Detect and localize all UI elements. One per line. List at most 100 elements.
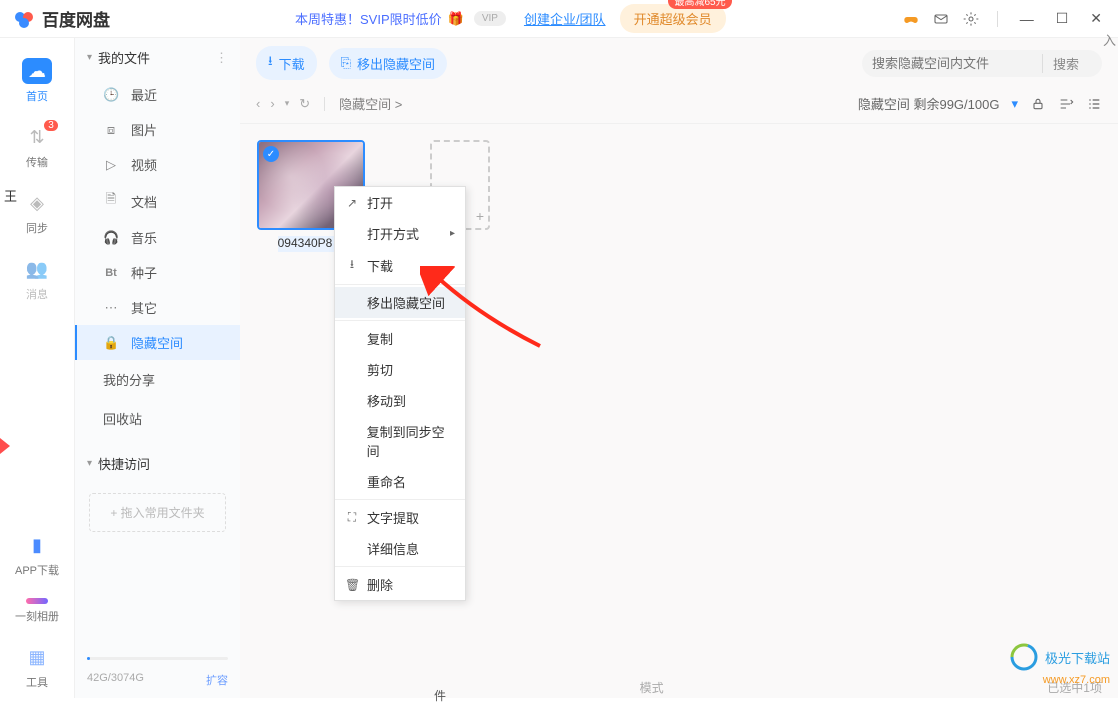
nav-tools[interactable]: ▦ 工具 <box>0 636 74 698</box>
actionbar: ⭳下载 ⎘移出隐藏空间 搜索 <box>240 38 1118 88</box>
sidebar-item-recent[interactable]: 🕒最近 <box>75 77 240 112</box>
titlebar-right: — ☐ ✕ <box>903 10 1106 27</box>
create-team-link[interactable]: 创建企业/团队 <box>524 9 606 28</box>
pathbar-right: 隐藏空间 剩余99G/100G ▾ <box>858 94 1102 113</box>
nav-transfer[interactable]: ⇅ 3 传输 <box>0 116 74 178</box>
sort-icon[interactable] <box>1058 96 1074 112</box>
ctx-ocr[interactable]: ⛶文字提取 <box>335 502 465 533</box>
watermark-text: 极光下载站 <box>1045 648 1110 667</box>
nav-label: 一刻相册 <box>15 608 59 624</box>
search-button[interactable]: 搜索 <box>1042 54 1079 73</box>
clock-icon: 🕒 <box>103 87 119 103</box>
sidebar-header-myfiles[interactable]: ▾ 我的文件 ⋮ <box>75 38 240 77</box>
vip-pill[interactable]: VIP <box>474 11 506 26</box>
storage-progress <box>87 657 228 660</box>
sidebar-item-torrent[interactable]: Bt种子 <box>75 255 240 290</box>
dropdown-button[interactable]: ▾ <box>285 98 290 109</box>
minimize-button[interactable]: — <box>1016 11 1038 27</box>
sidebar-item-music[interactable]: 🎧音乐 <box>75 220 240 255</box>
ctx-openwith[interactable]: 打开方式▸ <box>335 218 465 249</box>
sidebar-header-quick[interactable]: ▾ 快捷访问 <box>75 444 240 483</box>
expand-link[interactable]: 扩容 <box>206 672 228 688</box>
ctx-copy[interactable]: 复制 <box>335 323 465 354</box>
list-view-icon[interactable] <box>1086 96 1102 112</box>
storage-bar[interactable] <box>75 657 240 672</box>
close-button[interactable]: ✕ <box>1086 10 1106 27</box>
settings-icon[interactable] <box>963 11 979 27</box>
nav-home[interactable]: ☁ 首页 <box>0 50 74 112</box>
sidebar-item-videos[interactable]: ▷ 视频 <box>75 147 240 182</box>
quick-drop-zone[interactable]: + 拖入常用文件夹 <box>89 493 226 532</box>
search-input[interactable] <box>872 56 1042 71</box>
nav-badge: 3 <box>44 120 58 131</box>
watermark: 极光下载站 www.xz7.com <box>1009 642 1110 672</box>
ctx-detail[interactable]: 详细信息 <box>335 533 465 564</box>
sidebar-item-hidden[interactable]: 🔒隐藏空间 <box>75 325 240 360</box>
shell: ☁ 首页 ⇅ 3 传输 ◈ 同步 👥 消息 ▮ APP下载 一刻相册 ▦ 工具 <box>0 38 1118 698</box>
scan-icon: ⛶ <box>345 510 359 525</box>
chevron-down-icon: ▾ <box>87 458 92 469</box>
sidebar-item-docs[interactable]: 🗎文档 <box>75 182 240 220</box>
promo-text[interactable]: 本周特惠！SVIP限时低价 <box>295 9 442 28</box>
mail-icon[interactable] <box>933 11 949 27</box>
download-icon: ⭳ <box>268 52 273 74</box>
play-icon: ▷ <box>103 157 119 173</box>
bt-icon: Bt <box>103 267 119 279</box>
storage-text: 42G/3074G <box>87 672 144 688</box>
ctx-delete[interactable]: 🗑删除 <box>335 569 465 600</box>
ctx-moveout[interactable]: 移出隐藏空间 <box>335 287 465 318</box>
watermark-url: www.xz7.com <box>1043 674 1110 686</box>
app-logo[interactable]: 百度网盘 <box>12 6 110 31</box>
divider <box>335 499 465 500</box>
promo-area: 本周特惠！SVIP限时低价 🎁 <box>295 9 464 28</box>
maximize-button[interactable]: ☐ <box>1052 10 1073 27</box>
ctx-open[interactable]: ↗打开 <box>335 187 465 218</box>
sidebar-item-share[interactable]: 我的分享 <box>75 360 240 399</box>
nav-album[interactable]: 一刻相册 <box>0 590 74 632</box>
sidebar-item-other[interactable]: ⋯其它 <box>75 290 240 325</box>
ctx-cut[interactable]: 剪切 <box>335 354 465 385</box>
caret-icon[interactable]: ▾ <box>1011 96 1018 112</box>
status-bar: 模式 已选中1项 <box>240 676 1118 698</box>
cloud-logo-icon <box>12 7 36 31</box>
more-icon[interactable]: ⋮ <box>215 50 228 66</box>
watermark-logo-icon <box>1009 642 1039 672</box>
sidebar-header-label: 快捷访问 <box>98 454 150 473</box>
download-icon: ⭳ <box>345 255 359 276</box>
ctx-label: 下载 <box>367 256 393 275</box>
moveout-button[interactable]: ⎘移出隐藏空间 <box>329 48 447 79</box>
download-button[interactable]: ⭳下载 <box>256 46 317 80</box>
lock-icon[interactable] <box>1030 96 1046 112</box>
divider <box>335 284 465 285</box>
gamepad-icon[interactable] <box>903 11 919 27</box>
nav-label: 首页 <box>26 88 48 104</box>
sidebar-item-label: 音乐 <box>131 228 157 247</box>
ctx-download[interactable]: ⭳ 下载 <box>335 249 465 282</box>
moveout-icon: ⎘ <box>341 55 351 71</box>
sidebar-item-label: 图片 <box>131 120 157 139</box>
sidebar-header-label: 我的文件 <box>98 48 150 67</box>
refresh-button[interactable]: ↻ <box>299 96 310 112</box>
ctx-label: 复制 <box>367 329 393 348</box>
ctx-rename[interactable]: 重命名 <box>335 466 465 497</box>
nav-label: APP下载 <box>15 562 59 578</box>
divider <box>997 11 998 27</box>
quota-text: 隐藏空间 剩余99G/100G <box>858 94 1000 113</box>
back-button[interactable]: ‹ <box>256 96 260 111</box>
breadcrumb[interactable]: 隐藏空间 > <box>339 94 402 113</box>
ctx-label: 打开 <box>367 193 393 212</box>
nav-messages[interactable]: 👥 消息 <box>0 248 74 310</box>
sidebar-item-label: 视频 <box>131 155 157 174</box>
ctx-moveto[interactable]: 移动到 <box>335 385 465 416</box>
ctx-label: 复制到同步空间 <box>367 422 455 460</box>
sidebar-item-recycle[interactable]: 回收站 <box>75 399 240 438</box>
stray-char-left: 王 <box>4 186 17 205</box>
app-name: 百度网盘 <box>42 6 110 31</box>
cloud-icon: ☁ <box>22 58 52 84</box>
doc-icon: 🗎 <box>103 190 119 212</box>
open-vip-button[interactable]: 开通超级会员 最高减65元 <box>620 4 726 33</box>
sidebar-item-images[interactable]: ⧈图片 <box>75 112 240 147</box>
ctx-copysync[interactable]: 复制到同步空间 <box>335 416 465 466</box>
forward-button[interactable]: › <box>270 96 274 111</box>
nav-appdownload[interactable]: ▮ APP下载 <box>0 524 74 586</box>
